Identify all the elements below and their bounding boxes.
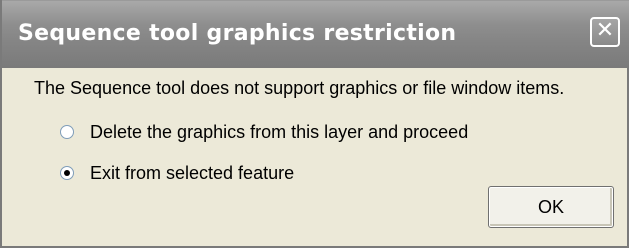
option-label-delete-graphics: Delete the graphics from this layer and …: [90, 121, 469, 142]
message-text: The Sequence tool does not support graph…: [34, 78, 565, 98]
close-button[interactable]: ✕: [590, 17, 620, 47]
title-bar[interactable]: Sequence tool graphics restriction ✕: [2, 0, 629, 68]
dialog-title: Sequence tool graphics restriction: [18, 21, 457, 46]
close-icon: ✕: [595, 18, 615, 43]
radio-exit-feature[interactable]: [60, 166, 74, 180]
option-exit-feature[interactable]: Exit from selected feature: [60, 161, 294, 185]
ok-button[interactable]: OK: [488, 186, 614, 228]
option-delete-graphics[interactable]: Delete the graphics from this layer and …: [60, 120, 468, 144]
radio-delete-graphics[interactable]: [60, 125, 74, 139]
option-label-exit-feature: Exit from selected feature: [90, 162, 295, 183]
dialog-window: Sequence tool graphics restriction ✕ The…: [0, 0, 629, 248]
